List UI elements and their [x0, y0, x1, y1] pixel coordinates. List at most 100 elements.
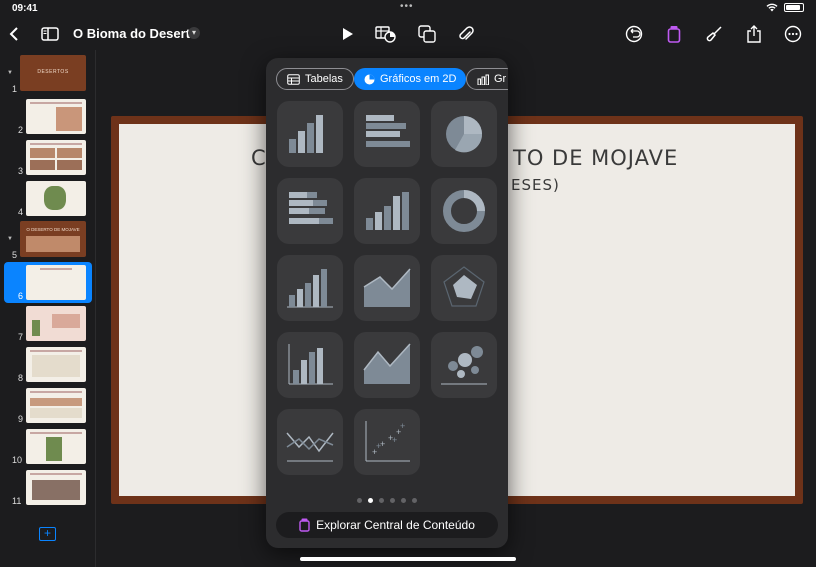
content-hub-icon	[299, 518, 310, 532]
slide-thumbnail[interactable]	[26, 429, 86, 464]
chart-picker-popover: Tabelas Gráficos em 2D Gr + + + + + + + Explor…	[266, 58, 508, 548]
group-collapse-icon[interactable]: ▼	[7, 70, 13, 76]
group-collapse-icon[interactable]: ▼	[7, 236, 13, 242]
shapes-icon[interactable]	[415, 22, 439, 46]
wifi-icon	[766, 3, 778, 12]
tab-3d-charts[interactable]: Gr	[466, 68, 508, 90]
stacked-column-chart-icon	[366, 192, 409, 230]
pie-chart-option[interactable]	[431, 101, 497, 167]
slide-thumbnail[interactable]	[26, 181, 86, 216]
scatter-chart-option[interactable]: + + + + + + +	[354, 409, 420, 475]
slide-number: 3	[18, 166, 24, 176]
slide-number: 11	[12, 496, 22, 506]
clock: 09:41	[12, 3, 38, 14]
area-chart-option[interactable]	[354, 255, 420, 321]
page-dot[interactable]	[412, 498, 417, 503]
status-bar: 09:41 •••	[0, 0, 816, 18]
undo-icon[interactable]	[622, 22, 646, 46]
donut-chart-option[interactable]	[431, 178, 497, 244]
slide-title-right[interactable]: TO DE MOJAVE	[513, 146, 678, 170]
title-chevron-down-icon[interactable]: ▾	[188, 27, 200, 39]
page-dot[interactable]	[390, 498, 395, 503]
slide-thumbnail[interactable]: O DESERTO DE MOJAVE	[20, 221, 86, 257]
slide-thumbnail[interactable]	[26, 265, 86, 300]
slide-number: 9	[18, 414, 24, 424]
stacked-bar-chart-option[interactable]	[277, 178, 343, 244]
area-chart-icon	[363, 268, 411, 307]
column-chart-icon	[289, 115, 323, 153]
svg-text:+: +	[392, 435, 397, 445]
area-axis-chart-option[interactable]	[354, 332, 420, 398]
slide-thumbnail[interactable]	[26, 470, 86, 505]
slide-thumbnail[interactable]	[26, 347, 86, 382]
slide-number: 8	[18, 373, 24, 383]
slide-navigator: ▼ 1 DESERTOS 2 3 4 ▼ 5 O DESERTO DE MOJA…	[0, 50, 96, 567]
page-indicator[interactable]	[266, 490, 508, 508]
play-icon[interactable]	[336, 22, 360, 46]
slide-thumbnail-label: O DESERTO DE MOJAVE	[26, 227, 80, 232]
area-axis-chart-icon	[363, 343, 411, 384]
multitask-dots[interactable]: •••	[400, 1, 414, 12]
slide-thumbnail[interactable]	[26, 140, 86, 175]
chevron-left-icon[interactable]	[2, 22, 26, 46]
stacked-column-chart-option[interactable]	[354, 178, 420, 244]
slide-number: 7	[18, 332, 24, 342]
paperclip-icon[interactable]	[454, 22, 478, 46]
slide-number: 5	[12, 250, 18, 260]
radar-chart-icon	[443, 266, 485, 307]
bar-chart-icon	[477, 74, 489, 85]
page-dot[interactable]	[379, 498, 384, 503]
bubble-chart-option[interactable]	[431, 332, 497, 398]
table-icon	[287, 73, 300, 85]
svg-text:+: +	[400, 421, 405, 431]
document-title[interactable]: O Bioma do Deserto	[73, 26, 198, 41]
column-chart-option[interactable]	[277, 101, 343, 167]
slide-subtitle[interactable]: ESES)	[511, 176, 560, 194]
home-indicator[interactable]	[300, 557, 516, 561]
content-hub-icon[interactable]	[662, 22, 686, 46]
explore-content-hub-button[interactable]: Explorar Central de Conteúdo	[276, 512, 498, 538]
table-chart-icon[interactable]	[374, 22, 398, 46]
slide-thumbnail[interactable]	[26, 388, 86, 423]
column-axis-chart-option[interactable]	[277, 255, 343, 321]
page-dot[interactable]	[357, 498, 362, 503]
explore-label: Explorar Central de Conteúdo	[316, 518, 475, 532]
brush-icon[interactable]	[702, 22, 726, 46]
page-dot[interactable]	[368, 498, 373, 503]
bar-chart-icon	[366, 115, 410, 147]
status-icons	[766, 3, 804, 12]
page-dot[interactable]	[401, 498, 406, 503]
add-slide-button[interactable]: +	[39, 527, 56, 541]
share-icon[interactable]	[742, 22, 766, 46]
more-icon[interactable]	[781, 22, 805, 46]
tab-2d-charts[interactable]: Gráficos em 2D	[354, 68, 467, 90]
tab-label: Tabelas	[305, 73, 343, 85]
slide-thumbnail[interactable]: DESERTOS	[20, 55, 86, 91]
sidebar-icon[interactable]	[38, 22, 62, 46]
slide-number: 4	[18, 207, 24, 217]
tab-label: Gr	[494, 73, 507, 85]
column-axis-alt-chart-option[interactable]	[277, 332, 343, 398]
line-chart-option[interactable]	[277, 409, 343, 475]
slide-thumbnail[interactable]	[26, 99, 86, 134]
svg-text:+: +	[376, 441, 381, 451]
bubble-chart-icon	[441, 346, 487, 385]
battery-icon	[784, 3, 804, 12]
toolbar: O Bioma do Deserto ▾	[0, 18, 816, 50]
stacked-bar-chart-icon	[289, 192, 333, 224]
column-axis-chart-icon	[287, 269, 333, 308]
bar-chart-option[interactable]	[354, 101, 420, 167]
tab-tables[interactable]: Tabelas	[276, 68, 354, 90]
slide-thumbnail[interactable]	[26, 306, 86, 341]
pie-chart-icon	[446, 116, 483, 153]
slide-thumbnail-label: DESERTOS	[37, 69, 69, 75]
column-axis-alt-chart-icon	[288, 344, 333, 385]
radar-chart-option[interactable]	[431, 255, 497, 321]
slide-number: 2	[18, 125, 24, 135]
slide-number: 10	[12, 455, 23, 465]
pie-icon	[364, 74, 375, 84]
line-chart-icon	[286, 432, 334, 462]
slide-number: 1	[12, 84, 18, 94]
donut-chart-icon	[443, 190, 485, 232]
tab-label: Gráficos em 2D	[380, 73, 457, 85]
